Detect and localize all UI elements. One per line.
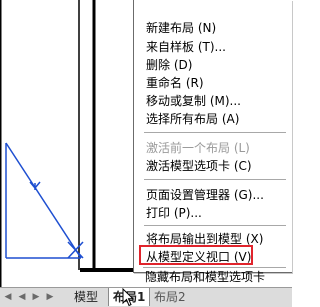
next-tab-icon[interactable]: ▶ — [30, 291, 42, 304]
prev-tab-icon[interactable]: ◀ — [16, 291, 28, 304]
mouse-cursor-icon — [122, 288, 135, 307]
menu-item-delete[interactable]: 删除 (D) — [146, 56, 192, 74]
layout-tab-context-menu: 新建布局 (N) 来自样板 (T)... 删除 (D) 重命名 (R) 移动或复… — [133, 0, 292, 273]
menu-item-move-or-copy[interactable]: 移动或复制 (M)... — [146, 92, 241, 110]
highlight-annotation-box — [139, 245, 253, 265]
first-tab-icon[interactable]: ◀ — [2, 291, 14, 304]
tab-layout2[interactable]: 布局2 — [150, 288, 190, 306]
menu-item-from-template[interactable]: 来自样板 (T)... — [146, 38, 226, 56]
layout-tab-bar: ◀ ◀ ▶ ▶ 模型 布局1 布局2 — [0, 287, 292, 307]
last-tab-icon[interactable]: ▶ — [44, 291, 56, 304]
menu-item-activate-model-tab[interactable]: 激活模型选项卡 (C) — [146, 157, 252, 175]
menu-item-hide-layout-and-model-tabs[interactable]: 隐藏布局和模型选项卡 — [145, 268, 265, 286]
menu-item-activate-previous-layout: 激活前一个布局 (L) — [146, 141, 250, 155]
menu-item-page-setup-manager[interactable]: 页面设置管理器 (G)... — [146, 186, 264, 204]
menu-separator — [144, 179, 286, 180]
menu-item-new-layout[interactable]: 新建布局 (N) — [146, 19, 216, 37]
menu-separator — [144, 225, 286, 226]
menu-item-select-all-layouts[interactable]: 选择所有布局 (A) — [146, 110, 239, 128]
tab-model[interactable]: 模型 — [70, 288, 102, 306]
triangle-drawing — [5, 142, 84, 259]
menu-item-rename[interactable]: 重命名 (R) — [146, 74, 204, 92]
menu-separator — [144, 132, 286, 133]
menu-item-print[interactable]: 打印 (P)... — [146, 204, 202, 222]
drawing-canvas[interactable]: 新建布局 (N) 来自样板 (T)... 删除 (D) 重命名 (R) 移动或复… — [0, 0, 292, 307]
